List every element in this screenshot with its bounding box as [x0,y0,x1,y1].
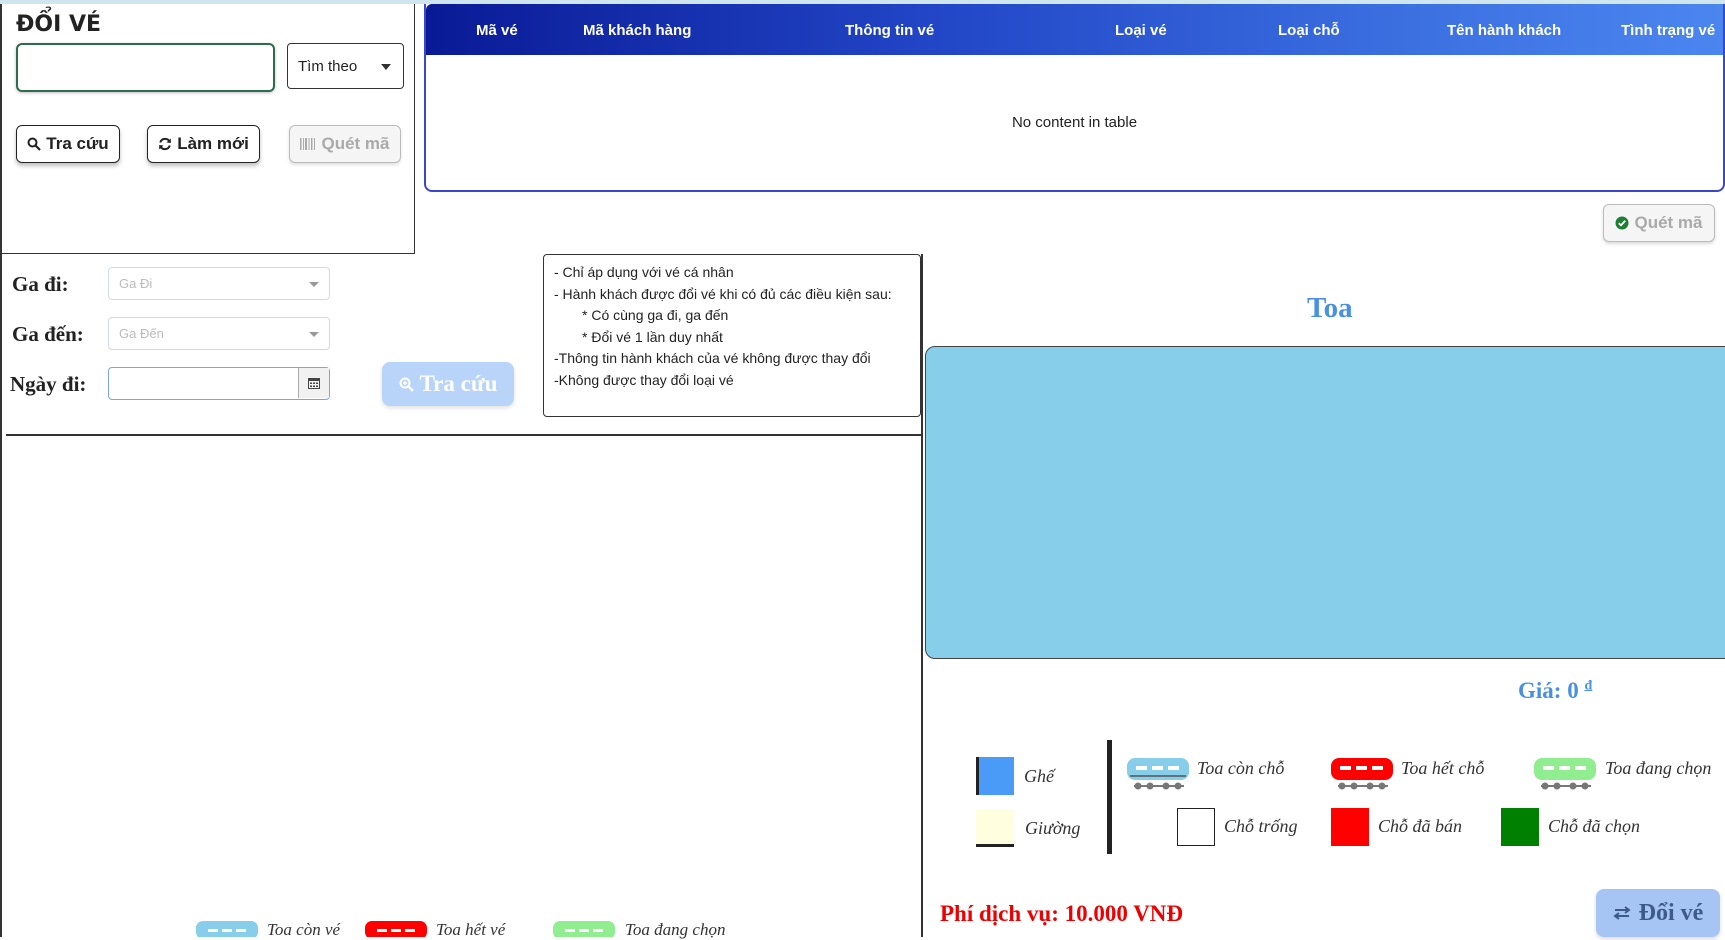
bed-legend-swatch [976,809,1014,847]
barcode-icon [300,138,316,150]
check-circle-icon [1615,216,1629,230]
scan-code-label: Quét mã [321,134,390,153]
rule-line: - Hành khách được đổi vé khi có đủ các đ… [554,285,892,302]
sold-seat-swatch [1331,808,1369,846]
coach-full-label: Toa hết chỗ [1401,758,1485,778]
table-empty-message: No content in table [1011,114,1138,131]
column-header-seat-type[interactable]: Loại chỗ [1278,22,1340,39]
train-sold-out-label: Toa hết vé [436,920,506,939]
ticket-table: Mã vé Mã khách hàng Thông tin vé Loại vé… [424,4,1725,192]
column-header-ticket-id[interactable]: Mã vé [476,22,518,39]
price-display: Giá: 0 đ [1518,678,1592,704]
train-selecting-label: Toa đang chọn [625,920,726,939]
chevron-down-icon [309,332,319,337]
search-trips-label: Tra cứu [419,371,498,396]
search-icon [27,137,42,151]
price-currency: đ [1584,678,1593,694]
column-header-passenger-name[interactable]: Tên hành khách [1447,22,1561,39]
swap-arrows-icon [1613,906,1631,920]
departure-date-label: Ngày đi: [10,372,87,396]
to-station-label: Ga đến: [12,322,84,346]
calendar-icon [308,378,320,389]
calendar-button[interactable] [298,368,329,398]
rule-line: * Đổi vé 1 lần duy nhất [582,328,723,345]
find-by-label: Tìm theo [298,58,358,75]
seat-legend-label: Ghế [1024,766,1054,786]
train-selecting-icon [553,921,615,937]
empty-seat-label: Chỗ trống [1224,816,1298,836]
confirm-scan-button[interactable]: Quét mã [1603,204,1715,242]
to-station-select[interactable]: Ga Đến [108,317,330,350]
search-trips-button[interactable]: Tra cứu [382,362,514,406]
coach-title: Toa [1307,292,1353,324]
lookup-button[interactable]: Tra cứu [16,125,120,163]
rule-line: -Không được thay đổi loại vé [554,371,734,388]
divider [6,434,921,436]
price-value: Giá: 0 [1518,678,1579,703]
scan-code-button[interactable]: Quét mã [289,125,401,163]
column-header-ticket-info[interactable]: Thông tin vé [845,22,934,39]
table-header: Mã vé Mã khách hàng Thông tin vé Loại vé… [426,4,1723,55]
rule-line: - Chỉ áp dụng với vé cá nhân [554,264,734,280]
coach-available-label: Toa còn chỗ [1197,758,1285,778]
confirm-scan-label: Quét mã [1634,213,1703,232]
lookup-label: Tra cứu [46,134,109,153]
column-header-ticket-type[interactable]: Loại vé [1115,22,1167,39]
seat-legend-swatch [976,757,1014,795]
find-by-dropdown[interactable]: Tìm theo [287,43,404,89]
zoom-in-icon [399,377,414,392]
seat-map-area[interactable] [925,346,1725,659]
bed-legend-label: Giường [1025,818,1081,838]
empty-seat-swatch [1177,808,1215,846]
change-ticket-label: Đổi vé [1638,899,1704,926]
ticket-code-input[interactable] [16,43,275,92]
service-fee: Phí dịch vụ: 10.000 VNĐ [940,901,1184,926]
from-station-placeholder: Ga Đi [119,276,153,291]
coach-selecting-icon [1534,758,1596,790]
train-sold-out-icon [365,921,427,937]
rule-line: -Thông tin hành khách của vé không được … [554,350,871,366]
refresh-button[interactable]: Làm mới [147,125,260,163]
sold-seat-label: Chỗ đã bán [1378,816,1463,836]
chosen-seat-label: Chỗ đã chọn [1548,816,1640,836]
departure-date-input[interactable] [108,367,330,400]
coach-available-icon [1127,758,1189,790]
refresh-icon [159,137,171,151]
change-ticket-button[interactable]: Đổi vé [1596,889,1720,937]
page-title: ĐỔI VÉ [16,12,102,37]
train-available-label: Toa còn vé [267,920,341,939]
column-header-customer-id[interactable]: Mã khách hàng [583,22,691,39]
coach-full-icon [1331,758,1393,790]
from-station-label: Ga đi: [12,272,69,296]
chosen-seat-swatch [1501,808,1539,846]
chevron-down-icon [309,282,319,287]
chevron-down-icon [381,64,391,70]
column-header-ticket-status[interactable]: Tình trạng vé [1621,22,1715,39]
refresh-label: Làm mới [177,134,249,153]
vertical-divider [921,254,923,937]
exchange-rules-box: - Chỉ áp dụng với vé cá nhân - Hành khác… [543,254,921,417]
to-station-placeholder: Ga Đến [119,326,164,341]
rule-line: * Có cùng ga đi, ga đến [582,307,729,323]
legend-divider [1107,740,1112,854]
train-available-icon [196,921,258,937]
left-border [0,254,2,937]
from-station-select[interactable]: Ga Đi [108,267,330,300]
coach-selecting-label: Toa đang chọn [1605,758,1712,778]
